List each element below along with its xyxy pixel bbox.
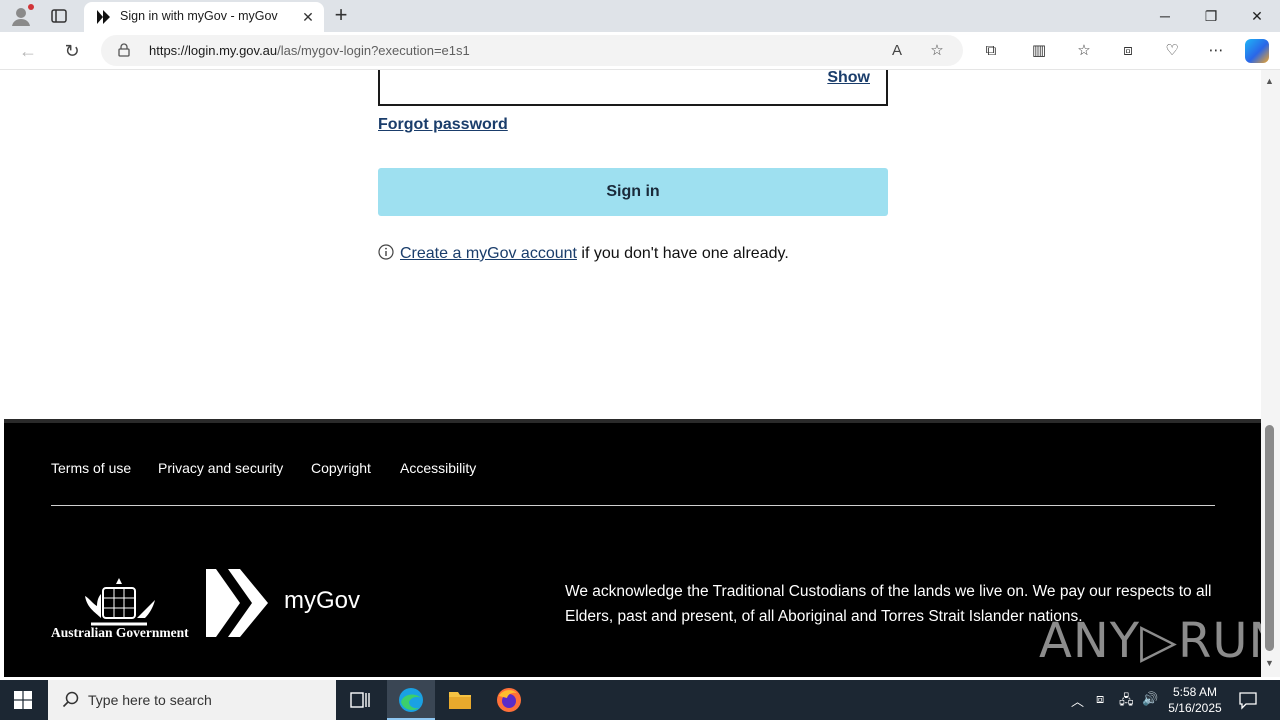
site-footer: Terms of use Privacy and security Copyri… — [4, 419, 1261, 677]
page-scrollbar[interactable]: ▲ ▼ — [1261, 70, 1280, 677]
minimize-button[interactable]: ─ — [1142, 0, 1188, 32]
task-view-icon — [350, 692, 370, 708]
new-tab-button[interactable]: + — [330, 4, 352, 27]
scroll-thumb[interactable] — [1265, 425, 1274, 651]
system-clock[interactable]: 5:58 AM 5/16/2025 — [1160, 684, 1230, 716]
active-tab[interactable]: Sign in with myGov - myGov ✕ — [84, 2, 324, 32]
windows-taskbar: Type here to search ︿ ⧈ 🖧 🔊 5:58 AM 5/16… — [0, 680, 1280, 720]
scroll-up-icon[interactable]: ▲ — [1265, 76, 1274, 86]
taskbar-explorer-button[interactable] — [436, 680, 484, 720]
edge-icon — [399, 688, 423, 712]
collections-icon[interactable]: ⧈ — [1118, 41, 1138, 61]
anyrun-watermark: ANY▷RUN — [1039, 613, 1261, 669]
windows-start-icon[interactable] — [14, 691, 32, 709]
notifications-icon[interactable] — [1238, 690, 1258, 710]
more-menu-icon[interactable]: ⋯ — [1206, 41, 1226, 61]
favorites-icon[interactable]: ☆ — [1074, 41, 1094, 61]
network-icon[interactable]: 🖧 — [1119, 691, 1134, 713]
close-tab-icon[interactable]: ✕ — [300, 8, 316, 26]
taskbar-edge-button[interactable] — [387, 680, 435, 720]
search-icon — [62, 691, 79, 708]
info-icon — [378, 244, 394, 260]
refresh-button[interactable]: ↻ — [61, 40, 83, 62]
taskbar-firefox-button[interactable] — [485, 680, 533, 720]
copilot-icon[interactable] — [1245, 39, 1269, 63]
scroll-down-icon[interactable]: ▼ — [1265, 658, 1274, 668]
notification-dot — [28, 4, 34, 10]
create-account-notice: Create a myGov account if you don't have… — [378, 244, 789, 263]
tab-strip: Sign in with myGov - myGov ✕ + ─ ❐ ✕ — [0, 0, 1280, 32]
tray-app-icon[interactable]: ⧈ — [1096, 691, 1104, 707]
create-account-link[interactable]: Create a myGov account — [400, 245, 577, 262]
volume-icon[interactable]: 🔊 — [1142, 691, 1158, 707]
firefox-icon — [497, 688, 521, 712]
lock-icon[interactable] — [117, 43, 131, 57]
back-button[interactable]: ← — [17, 40, 39, 62]
clock-time: 5:58 AM — [1172, 685, 1218, 699]
url-text[interactable]: https://login.my.gov.au/las/mygov-login?… — [149, 43, 470, 58]
footer-link-copyright[interactable]: Copyright — [311, 460, 371, 476]
sign-in-button[interactable]: Sign in — [378, 168, 888, 216]
mygov-favicon-icon — [97, 10, 110, 24]
footer-link-terms[interactable]: Terms of use — [51, 460, 131, 476]
tray-overflow-icon[interactable]: ︿ — [1071, 691, 1084, 710]
clock-date: 5/16/2025 — [1168, 701, 1222, 715]
mygov-logo-icon — [206, 569, 268, 637]
split-screen-icon[interactable]: ▥ — [1029, 41, 1049, 61]
address-bar[interactable]: https://login.my.gov.au/las/mygov-login?… — [101, 35, 963, 66]
password-field[interactable]: Show — [378, 70, 888, 106]
close-window-button[interactable]: ✕ — [1234, 0, 1280, 32]
favorite-star-icon[interactable]: ☆ — [927, 41, 947, 61]
task-view-button[interactable] — [336, 680, 384, 720]
search-placeholder: Type here to search — [88, 692, 212, 708]
forgot-password-link[interactable]: Forgot password — [378, 116, 508, 134]
create-account-suffix: if you don't have one already. — [576, 245, 789, 262]
restore-button[interactable]: ❐ — [1188, 0, 1234, 32]
australian-government-label: Australian Government — [51, 625, 189, 640]
extensions-icon[interactable]: ⧉ — [981, 41, 1001, 61]
page-viewport: Show Forgot password Sign in Create a my… — [4, 70, 1261, 677]
navigation-bar: ← ↻ https://login.my.gov.au/las/mygov-lo… — [0, 32, 1280, 70]
taskbar-search-box[interactable]: Type here to search — [48, 680, 336, 720]
tab-actions-icon[interactable] — [50, 7, 68, 25]
mygov-wordmark: myGov — [284, 587, 361, 614]
read-aloud-icon[interactable]: A — [887, 41, 907, 61]
file-explorer-icon — [449, 692, 471, 709]
footer-link-privacy[interactable]: Privacy and security — [158, 460, 283, 476]
browser-essentials-icon[interactable]: ♡ — [1162, 41, 1182, 61]
show-password-button[interactable]: Show — [827, 70, 870, 87]
footer-divider — [51, 505, 1215, 506]
tab-title: Sign in with myGov - myGov — [120, 9, 278, 23]
footer-link-accessibility[interactable]: Accessibility — [400, 460, 476, 476]
